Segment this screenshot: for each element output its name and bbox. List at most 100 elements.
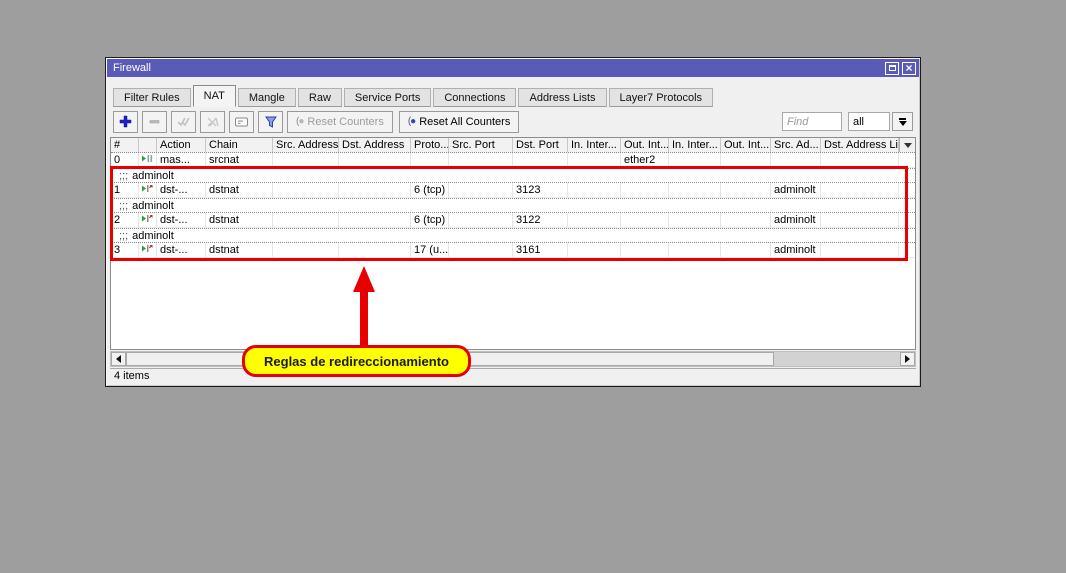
column-header-dst_address[interactable]: Dst. Address: [339, 138, 411, 152]
cell-id: 2: [111, 213, 139, 227]
table-body: 0mas...srcnatether2;;;adminolt1dst-...ds…: [111, 153, 915, 258]
reset-counters-icon: (●: [296, 116, 303, 127]
column-header-protocol[interactable]: Proto...: [411, 138, 449, 152]
add-button[interactable]: [113, 111, 138, 133]
cell-src_port: [449, 183, 513, 197]
column-header-out_interface_list[interactable]: Out. Int...: [721, 138, 771, 152]
maximize-button[interactable]: [885, 62, 899, 75]
scroll-right-button[interactable]: [900, 352, 915, 366]
tab-filter-rules[interactable]: Filter Rules: [113, 88, 191, 107]
firewall-window: Firewall Filter RulesNATMangleRawService…: [105, 57, 921, 387]
column-header-src_port[interactable]: Src. Port: [449, 138, 513, 152]
column-header-in_interface[interactable]: In. Inter...: [568, 138, 621, 152]
cell-action_icon: [139, 243, 157, 257]
funnel-icon: [264, 115, 278, 129]
find-input[interactable]: [782, 112, 842, 131]
cell-dst_port: [513, 153, 568, 167]
double-check-icon: [176, 116, 191, 128]
cell-out_interface: [621, 183, 669, 197]
cell-src_address: [273, 243, 339, 257]
cell-id: 0: [111, 153, 139, 167]
dst-nat-icon: [141, 213, 154, 227]
cell-in_interface_list: [669, 183, 721, 197]
column-header-chain[interactable]: Chain: [206, 138, 273, 152]
tab-nat[interactable]: NAT: [193, 85, 236, 107]
reset-all-counters-button[interactable]: (● Reset All Counters: [399, 111, 520, 133]
close-button[interactable]: [902, 62, 916, 75]
items-count: 4 items: [114, 370, 149, 382]
column-header-action_icon[interactable]: [139, 138, 157, 152]
comment-text: adminolt: [132, 170, 174, 182]
tab-strip: Filter RulesNATMangleRawService PortsCon…: [113, 85, 715, 107]
filter-button[interactable]: [258, 111, 283, 133]
column-selector-button[interactable]: [899, 138, 916, 152]
cell-out_interface_list: [721, 153, 771, 167]
cell-out_interface: [621, 243, 669, 257]
column-header-action[interactable]: Action: [157, 138, 206, 152]
nat-rules-table: # ActionChainSrc. AddressDst. AddressProt…: [110, 137, 916, 350]
cell-id: 3: [111, 243, 139, 257]
tab-service-ports[interactable]: Service Ports: [344, 88, 431, 107]
cell-out_interface_list: [721, 213, 771, 227]
reset-counters-button[interactable]: (● Reset Counters: [287, 111, 393, 133]
cell-dst_address_list: [821, 153, 899, 167]
masquerade-icon: [141, 153, 154, 167]
comment-prefix: ;;;: [119, 170, 128, 182]
enable-button[interactable]: [171, 111, 196, 133]
reset-all-counters-label: Reset All Counters: [419, 116, 510, 128]
comment-text: adminolt: [132, 200, 174, 212]
column-header-in_interface_list[interactable]: In. Inter...: [669, 138, 721, 152]
table-row[interactable]: 3dst-...dstnat17 (u...3161adminolt: [111, 243, 915, 258]
cell-in_interface_list: [669, 213, 721, 227]
column-header-src_address[interactable]: Src. Address: [273, 138, 339, 152]
cell-dst_port: 3161: [513, 243, 568, 257]
comment-text: adminolt: [132, 230, 174, 242]
comment-prefix: ;;;: [119, 200, 128, 212]
row-filler: [899, 243, 915, 257]
comment-row[interactable]: ;;; adminolt: [111, 168, 915, 183]
cell-dst_address_list: [821, 213, 899, 227]
dropdown-bar-icon: [899, 118, 906, 120]
filter-select-dropdown-button[interactable]: [892, 112, 913, 131]
disable-button[interactable]: [200, 111, 225, 133]
comment-row[interactable]: ;;; adminolt: [111, 198, 915, 213]
comment-button[interactable]: [229, 111, 254, 133]
filter-select[interactable]: all: [848, 112, 890, 131]
column-header-out_interface[interactable]: Out. Int...: [621, 138, 669, 152]
comment-prefix: ;;;: [119, 230, 128, 242]
cell-dst_address: [339, 213, 411, 227]
comment-row[interactable]: ;;; adminolt: [111, 228, 915, 243]
cell-src_port: [449, 213, 513, 227]
plus-icon: [118, 114, 133, 129]
cell-chain: dstnat: [206, 183, 273, 197]
row-filler: [899, 213, 915, 227]
tab-raw[interactable]: Raw: [298, 88, 342, 107]
titlebar[interactable]: Firewall: [107, 59, 919, 77]
scrollbar-track[interactable]: [774, 352, 900, 366]
comment-icon: [234, 116, 249, 128]
tab-layer7-protocols[interactable]: Layer7 Protocols: [609, 88, 714, 107]
minus-icon: [148, 115, 161, 128]
row-filler: [899, 153, 915, 167]
table-row[interactable]: 2dst-...dstnat6 (tcp)3122adminolt: [111, 213, 915, 228]
cell-src_port: [449, 153, 513, 167]
column-header-dst_port[interactable]: Dst. Port: [513, 138, 568, 152]
tab-address-lists[interactable]: Address Lists: [518, 88, 606, 107]
column-header-id[interactable]: #: [111, 138, 139, 152]
cell-out_interface: ether2: [621, 153, 669, 167]
tab-connections[interactable]: Connections: [433, 88, 516, 107]
remove-button[interactable]: [142, 111, 167, 133]
tab-mangle[interactable]: Mangle: [238, 88, 296, 107]
cell-chain: dstnat: [206, 213, 273, 227]
table-row[interactable]: 0mas...srcnatether2: [111, 153, 915, 168]
cell-src_address_list: adminolt: [771, 213, 821, 227]
column-header-src_address_list[interactable]: Src. Ad...: [771, 138, 821, 152]
cell-protocol: 6 (tcp): [411, 213, 449, 227]
column-header-dst_address_list[interactable]: Dst. Address Lis: [821, 138, 899, 152]
scroll-left-button[interactable]: [111, 352, 126, 366]
dst-nat-icon: [141, 243, 154, 257]
cell-src_address_list: [771, 153, 821, 167]
annotation-callout-text: Reglas de redireccionamiento: [264, 354, 449, 369]
cell-src_address: [273, 213, 339, 227]
table-row[interactable]: 1dst-...dstnat6 (tcp)3123adminolt: [111, 183, 915, 198]
